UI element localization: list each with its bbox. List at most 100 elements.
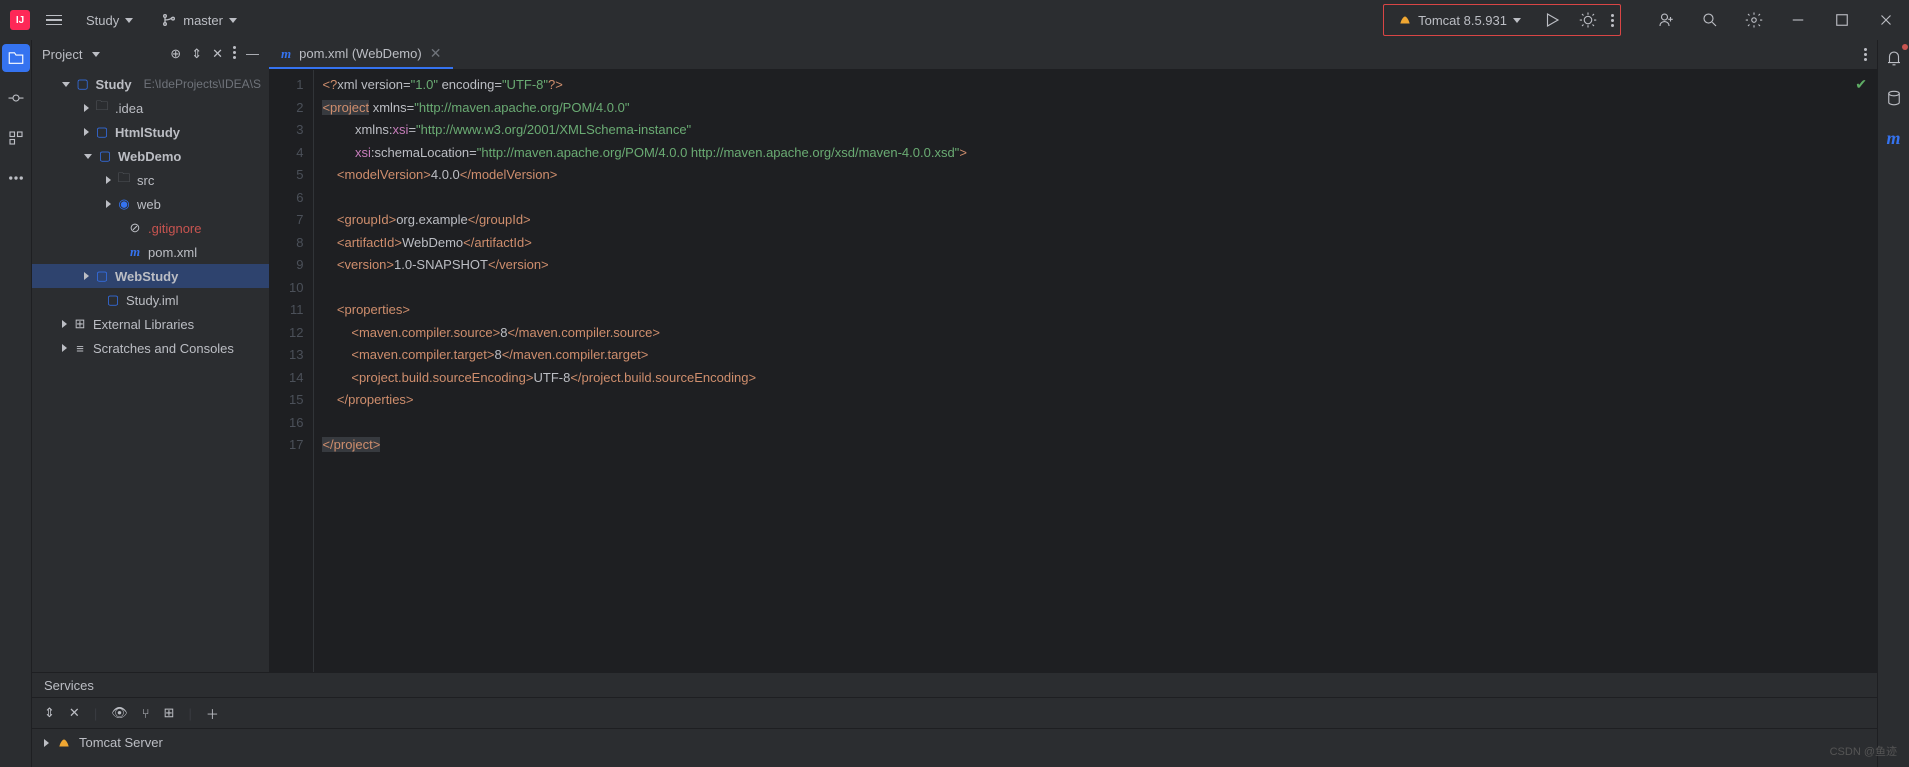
run-more-button[interactable]	[1611, 14, 1614, 27]
watermark-text: CSDN @鱼迹	[1830, 743, 1897, 759]
project-panel: Project ⊕ ⇕ ✕ — ▢ Study E:\IdeProjects\I…	[32, 40, 269, 767]
tree-node-scratches[interactable]: ≡ Scratches and Consoles	[32, 336, 269, 360]
project-dropdown[interactable]: Study	[78, 9, 141, 32]
tree-node-web[interactable]: ◉ web	[32, 192, 269, 216]
tree-node-idea[interactable]: 🗀 .idea	[32, 96, 269, 120]
main-menu-button[interactable]	[42, 11, 66, 30]
tab-label: pom.xml (WebDemo)	[299, 46, 422, 61]
project-tree[interactable]: ▢ Study E:\IdeProjects\IDEA\S 🗀 .idea ▢ …	[32, 68, 269, 761]
chevron-down-icon	[125, 18, 133, 23]
project-name: Study	[86, 13, 119, 28]
editor-tab-bar: m pom.xml (WebDemo) ✕	[269, 40, 1877, 70]
close-window-button[interactable]	[1873, 7, 1899, 33]
run-config-selector[interactable]: Tomcat 8.5.931	[1390, 9, 1529, 32]
tree-node-webstudy[interactable]: ▢ WebStudy	[32, 264, 269, 288]
tree-node-htmlstudy[interactable]: ▢ HtmlStudy	[32, 120, 269, 144]
structure-tool-button[interactable]	[2, 124, 30, 152]
panel-title: Project	[42, 47, 82, 62]
search-everywhere-button[interactable]	[1697, 7, 1723, 33]
maven-tool-button[interactable]: m	[1880, 124, 1908, 152]
run-configuration-area: Tomcat 8.5.931	[1383, 4, 1621, 36]
node-label: pom.xml	[148, 245, 197, 260]
notifications-button[interactable]	[1880, 44, 1908, 72]
folder-icon: 🗀	[117, 173, 131, 187]
tomcat-icon	[57, 736, 71, 750]
left-tool-rail	[0, 40, 32, 767]
tree-node-webdemo[interactable]: ▢ WebDemo	[32, 144, 269, 168]
group-icon[interactable]: ⊞	[164, 705, 175, 721]
node-label: External Libraries	[93, 317, 194, 332]
tree-node-external-libraries[interactable]: ⊞ External Libraries	[32, 312, 269, 336]
project-tool-button[interactable]	[2, 44, 30, 72]
node-label: web	[137, 197, 161, 212]
database-tool-button[interactable]	[1880, 84, 1908, 112]
module-icon: ▢	[98, 149, 112, 163]
debug-button[interactable]	[1575, 7, 1601, 33]
analysis-ok-icon[interactable]: ✔	[1855, 76, 1867, 93]
node-label: WebDemo	[118, 149, 181, 164]
code-with-me-button[interactable]	[1653, 7, 1679, 33]
tree-node-pom[interactable]: m pom.xml	[32, 240, 269, 264]
run-config-label: Tomcat 8.5.931	[1418, 13, 1507, 28]
close-icon[interactable]: ✕	[69, 705, 80, 721]
services-toolbar: ⇕ ✕ | 👁 ⑂ ⊞ | ＋	[32, 697, 1877, 729]
bug-icon	[1579, 11, 1597, 29]
node-label: WebStudy	[115, 269, 178, 284]
hide-panel-button[interactable]: —	[246, 46, 259, 62]
right-tool-rail: m	[1877, 40, 1909, 767]
editor-tab[interactable]: m pom.xml (WebDemo) ✕	[269, 40, 453, 69]
play-icon	[1543, 11, 1561, 29]
collapse-all-icon[interactable]: ✕	[212, 46, 223, 62]
tree-node-studyiml[interactable]: ▢ Study.iml	[32, 288, 269, 312]
node-label: src	[137, 173, 154, 188]
maven-icon: m	[128, 245, 142, 259]
maven-icon: m	[281, 46, 291, 62]
editor-area: m pom.xml (WebDemo) ✕ 123456789101112131…	[269, 40, 1877, 767]
branch-name: master	[183, 13, 223, 28]
node-label: Study.iml	[126, 293, 179, 308]
node-label: Scratches and Consoles	[93, 341, 234, 356]
run-button[interactable]	[1539, 7, 1565, 33]
more-tools-button[interactable]	[2, 164, 30, 192]
expand-all-icon[interactable]: ⇕	[191, 46, 202, 62]
web-folder-icon: ◉	[117, 197, 131, 211]
tree-node-gitignore[interactable]: ⊘ .gitignore	[32, 216, 269, 240]
commit-tool-button[interactable]	[2, 84, 30, 112]
settings-button[interactable]	[1741, 7, 1767, 33]
panel-options-button[interactable]	[233, 46, 236, 62]
branch-icon	[161, 12, 177, 28]
app-logo-icon: IJ	[10, 10, 30, 30]
node-label: .idea	[115, 101, 143, 116]
vcs-branch-dropdown[interactable]: master	[153, 8, 245, 32]
iml-icon: ▢	[106, 293, 120, 307]
chevron-right-icon	[44, 739, 49, 747]
add-service-button[interactable]: ＋	[206, 704, 219, 723]
tree-node-root[interactable]: ▢ Study E:\IdeProjects\IDEA\S	[32, 72, 269, 96]
service-item-label: Tomcat Server	[79, 735, 163, 750]
chevron-down-icon	[1513, 18, 1521, 23]
chevron-down-icon[interactable]	[92, 52, 100, 57]
minimize-button[interactable]	[1785, 7, 1811, 33]
chevron-down-icon	[229, 18, 237, 23]
node-label: HtmlStudy	[115, 125, 180, 140]
services-tree[interactable]: Tomcat Server	[32, 729, 1877, 756]
code-content[interactable]: ✔ <?xml version="1.0" encoding="UTF-8"?>…	[314, 70, 1877, 745]
view-icon[interactable]: 👁	[111, 705, 128, 721]
expand-icon[interactable]: ⇕	[44, 705, 55, 721]
code-editor[interactable]: 1234567891011121314151617 ✔ <?xml versio…	[269, 70, 1877, 745]
node-path: E:\IdeProjects\IDEA\S	[144, 77, 261, 91]
services-title: Services	[44, 678, 94, 693]
tab-close-button[interactable]: ✕	[430, 45, 442, 62]
ignore-file-icon: ⊘	[128, 221, 142, 235]
tab-options-button[interactable]	[1864, 48, 1867, 61]
tree-node-src[interactable]: 🗀 src	[32, 168, 269, 192]
tomcat-icon	[1398, 13, 1412, 27]
library-icon: ⊞	[73, 317, 87, 331]
services-header: Services	[32, 673, 1877, 697]
node-label: Study	[95, 77, 131, 92]
filter-icon[interactable]: ⑂	[142, 706, 150, 721]
line-gutter[interactable]: 1234567891011121314151617	[269, 70, 314, 745]
maximize-button[interactable]	[1829, 7, 1855, 33]
services-panel: Services ⇕ ✕ | 👁 ⑂ ⊞ | ＋ Tomcat Server	[32, 672, 1877, 767]
select-opened-file-icon[interactable]: ⊕	[170, 46, 181, 62]
